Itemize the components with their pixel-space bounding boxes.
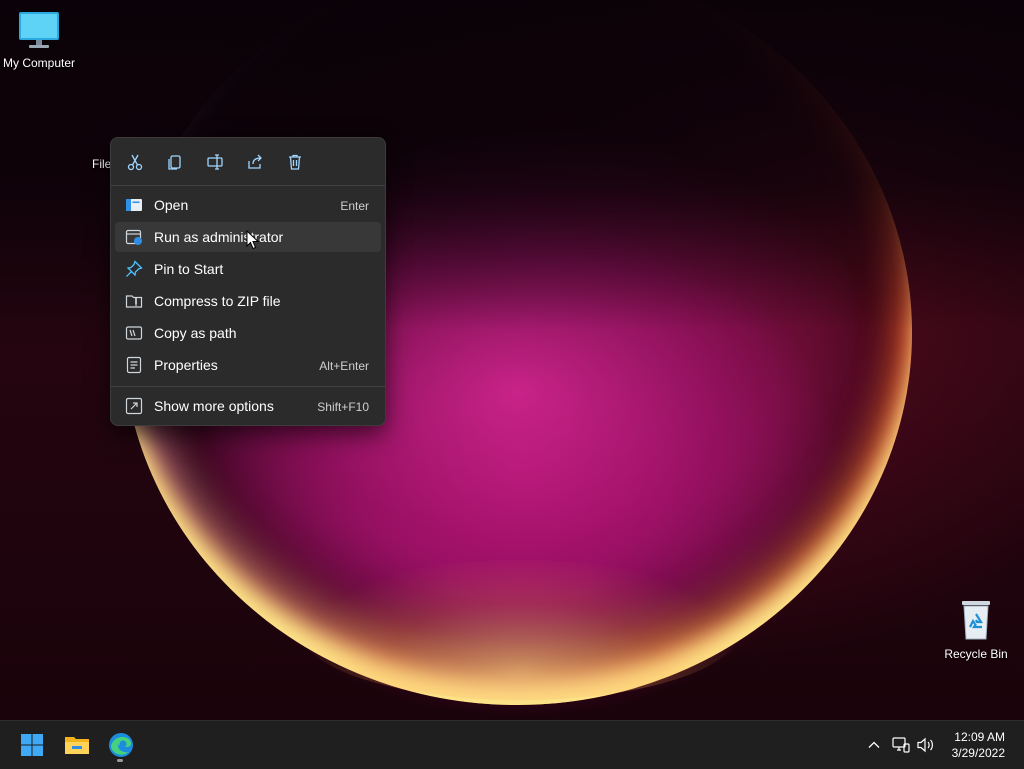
copy-button[interactable] — [163, 150, 187, 174]
start-button[interactable] — [14, 727, 50, 763]
edge-button[interactable] — [103, 727, 139, 763]
menu-item-compress-to-zip[interactable]: Compress to ZIP file — [115, 286, 381, 316]
desktop-icon-my-computer[interactable]: My Computer — [2, 10, 76, 70]
menu-item-pin-to-start[interactable]: Pin to Start — [115, 254, 381, 284]
clock-time: 12:09 AM — [954, 730, 1005, 744]
shield-run-icon — [125, 229, 142, 245]
cut-button[interactable] — [123, 150, 147, 174]
context-menu-toolbar — [111, 138, 385, 185]
menu-separator — [111, 386, 385, 387]
menu-item-label: Open — [154, 197, 189, 213]
computer-icon — [19, 12, 59, 48]
trash-icon — [289, 154, 301, 170]
network-button[interactable] — [891, 735, 911, 755]
clock-date: 3/29/2022 — [951, 746, 1005, 760]
delete-button[interactable] — [283, 150, 307, 174]
menu-item-shortcut: Alt+Enter — [319, 359, 369, 373]
menu-separator — [111, 185, 385, 186]
menu-item-label: Compress to ZIP file — [154, 293, 281, 309]
menu-item-show-more-options[interactable]: Show more options Shift+F10 — [115, 391, 381, 421]
copy-icon — [168, 155, 181, 170]
network-icon — [892, 737, 910, 753]
running-indicator — [117, 759, 123, 762]
menu-item-label: Show more options — [154, 398, 274, 414]
desktop-icon-label: My Computer — [2, 56, 76, 70]
mouse-cursor-icon — [246, 230, 260, 250]
rename-button[interactable] — [203, 150, 227, 174]
menu-item-label: Run as administrator — [154, 229, 284, 245]
more-options-icon — [125, 397, 143, 415]
menu-item-open[interactable]: Open Enter — [115, 190, 381, 220]
properties-icon — [126, 356, 142, 374]
system-clock[interactable]: 12:09 AM 3/29/2022 — [952, 729, 1005, 761]
context-menu: Open Enter Run as administrator Pin to S… — [110, 137, 386, 426]
volume-icon — [917, 737, 933, 753]
open-icon — [126, 199, 142, 211]
pin-icon — [126, 260, 143, 277]
desktop-icon-recycle-bin[interactable]: Recycle Bin — [940, 597, 1012, 661]
volume-button[interactable] — [916, 735, 936, 755]
taskbar: 12:09 AM 3/29/2022 — [0, 720, 1024, 769]
menu-item-properties[interactable]: Properties Alt+Enter — [115, 350, 381, 380]
share-button[interactable] — [243, 150, 267, 174]
scissors-icon — [127, 154, 143, 171]
wallpaper-glow — [300, 560, 740, 700]
zip-icon — [125, 295, 143, 308]
menu-item-label: Copy as path — [154, 325, 237, 341]
rename-icon — [207, 154, 223, 170]
windows-start-icon — [21, 734, 43, 756]
menu-item-shortcut: Enter — [340, 199, 369, 213]
menu-item-label: Pin to Start — [154, 261, 224, 277]
file-explorer-button[interactable] — [59, 727, 95, 763]
chevron-up-icon — [868, 741, 880, 748]
menu-item-copy-as-path[interactable]: Copy as path — [115, 318, 381, 348]
menu-item-label: Properties — [154, 357, 218, 373]
folder-icon — [65, 737, 89, 754]
recycle-bin-icon — [962, 601, 990, 640]
path-icon — [125, 326, 143, 340]
desktop-icon-label: Recycle Bin — [944, 647, 1008, 661]
menu-item-shortcut: Shift+F10 — [317, 400, 369, 414]
selected-file-label[interactable]: File — [92, 157, 111, 171]
share-icon — [248, 154, 262, 169]
show-hidden-icons-button[interactable] — [864, 735, 884, 755]
edge-icon — [109, 733, 133, 757]
